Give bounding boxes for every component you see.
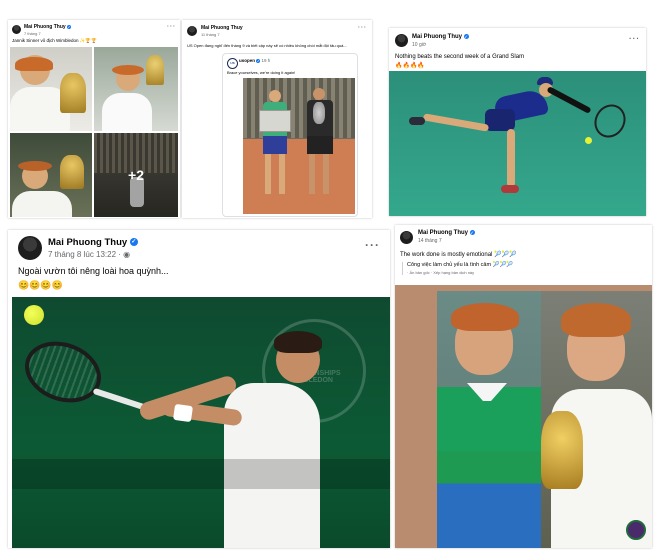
- trophy-plate-icon: [259, 110, 291, 132]
- photo-right-player: [541, 291, 652, 548]
- verified-badge-icon: ✓: [256, 58, 261, 63]
- author-name[interactable]: Mai Phuong Thuy ✓: [24, 24, 72, 30]
- player-hair: [561, 303, 631, 337]
- player-shorts: [307, 136, 333, 154]
- post-caption: The work done is mostly emotional 🎾🎾🎾: [400, 252, 517, 258]
- post-caption: Nothing beats the second week of a Grand…: [395, 54, 525, 60]
- post-emojis: 😊😊😊😊: [18, 280, 63, 290]
- more-photos-overlay[interactable]: +2: [94, 133, 178, 217]
- verified-badge-icon: ✓: [463, 34, 469, 39]
- shared-post[interactable]: US usopen ✓ 19 h Brace yourselves, we're…: [222, 53, 358, 217]
- more-options-icon[interactable]: ···: [358, 25, 367, 31]
- court-wall: [12, 459, 390, 489]
- player-hair: [451, 303, 519, 331]
- more-options-icon[interactable]: ···: [365, 238, 380, 252]
- post-card-1: Mai Phuong Thuy ✓ 7 tháng 7 ··· Jannik S…: [8, 20, 180, 218]
- trophy-icon: [313, 102, 325, 124]
- player-leg: [279, 154, 285, 194]
- author-name[interactable]: Mai Phuong Thuy: [201, 25, 243, 31]
- post-photo[interactable]: [395, 285, 652, 548]
- post-photo-4[interactable]: +2: [94, 133, 178, 217]
- post-photo-1[interactable]: [10, 47, 92, 131]
- player-leg: [422, 113, 490, 132]
- translation-block: Công việc làm chủ yếu là tình cảm 🎾🎾🎾 · …: [402, 262, 513, 275]
- tennis-ball-icon: [24, 305, 44, 325]
- player-shirt: [102, 93, 152, 131]
- post-time[interactable]: 14 tháng 7: [418, 238, 442, 244]
- shared-photo[interactable]: [243, 78, 355, 214]
- post-time[interactable]: 7 tháng 8 lúc 13:22 · ◉: [48, 250, 130, 259]
- post-caption: Jannik Sinner vô địch Wimbledon ✨🏆🏆: [12, 38, 97, 43]
- post-caption: Ngoài vườn tôi nêng loài hoa quỳnh...: [18, 266, 169, 276]
- translation-actions[interactable]: · Ẩn bản gốc · Xếp hạng bản dịch này: [407, 270, 513, 275]
- avatar[interactable]: [400, 231, 413, 244]
- wimbledon-badge-icon: [626, 520, 646, 540]
- author-name[interactable]: Mai Phuong Thuy ✓: [48, 237, 138, 248]
- post-time[interactable]: 7 tháng 7: [24, 31, 41, 36]
- trophy-icon: [146, 55, 164, 85]
- avatar[interactable]: [12, 25, 21, 34]
- player-shirt: [12, 191, 72, 217]
- post-photo[interactable]: THE CHAMPIONSHIPS WIMBLEDON: [12, 297, 390, 548]
- avatar[interactable]: [18, 236, 42, 260]
- post-card-3: Mai Phuong Thuy ✓ 10 giờ ··· Nothing bea…: [389, 28, 646, 216]
- player-leg: [309, 154, 315, 194]
- more-options-icon[interactable]: ···: [167, 24, 176, 30]
- player-head: [269, 90, 281, 102]
- player-hair: [112, 65, 144, 75]
- player-shorts: [263, 136, 287, 154]
- player-leg: [507, 129, 515, 187]
- racket-icon: [16, 331, 110, 413]
- player-shorts: [485, 109, 515, 131]
- tennis-ball-icon: [585, 137, 592, 144]
- author-name[interactable]: Mai Phuong Thuy ✓: [418, 230, 475, 236]
- shared-author[interactable]: usopen ✓ 19 h: [239, 58, 270, 63]
- trophy-icon: [541, 411, 583, 489]
- player-shirt: [437, 387, 541, 548]
- post-photo-3[interactable]: [10, 133, 92, 217]
- racket-icon: [588, 98, 632, 144]
- verified-badge-icon: ✓: [129, 238, 138, 247]
- shared-time: 19 h: [261, 58, 271, 63]
- player-hair: [274, 331, 322, 353]
- player-leg: [265, 154, 271, 194]
- player-leg: [323, 154, 329, 194]
- post-photo-2[interactable]: [94, 47, 178, 131]
- post-card-5: Mai Phuong Thuy ✓ 14 tháng 7 The work do…: [395, 225, 652, 548]
- translated-caption: Công việc làm chủ yếu là tình cảm 🎾🎾🎾: [407, 262, 514, 268]
- post-card-2: Mai Phuong Thuy 11 tháng 7 ··· US Open đ…: [182, 20, 372, 218]
- player-shoe: [501, 185, 519, 193]
- wristband: [172, 403, 194, 423]
- post-caption: US Open đang nghĩ đến tháng 9 và biết cậ…: [187, 43, 347, 48]
- trophy-icon: [60, 155, 84, 189]
- author-name[interactable]: Mai Phuong Thuy ✓: [412, 34, 469, 40]
- player-hair: [15, 57, 53, 71]
- post-emojis: 🔥🔥🔥🔥: [395, 63, 425, 69]
- player-arm: [546, 86, 592, 114]
- verified-badge-icon: ✓: [67, 24, 72, 29]
- photo-left-player: [437, 291, 541, 548]
- avatar[interactable]: [187, 26, 197, 36]
- verified-badge-icon: ✓: [469, 230, 475, 235]
- player-shoe: [409, 117, 425, 125]
- trophy-icon: [60, 73, 86, 113]
- post-time[interactable]: 11 tháng 7: [201, 32, 220, 37]
- globe-icon: ◉: [123, 250, 131, 259]
- player-hair: [18, 161, 52, 171]
- post-photo[interactable]: [389, 71, 646, 216]
- more-options-icon[interactable]: ···: [629, 34, 640, 43]
- player-head: [313, 88, 325, 100]
- post-card-4: Mai Phuong Thuy ✓ 7 tháng 8 lúc 13:22 · …: [8, 230, 390, 548]
- shared-caption: Brace yourselves, we're doing it again!: [227, 70, 296, 75]
- post-time[interactable]: 10 giờ: [412, 42, 426, 48]
- usopen-logo-icon: US: [227, 58, 238, 69]
- avatar[interactable]: [395, 34, 408, 47]
